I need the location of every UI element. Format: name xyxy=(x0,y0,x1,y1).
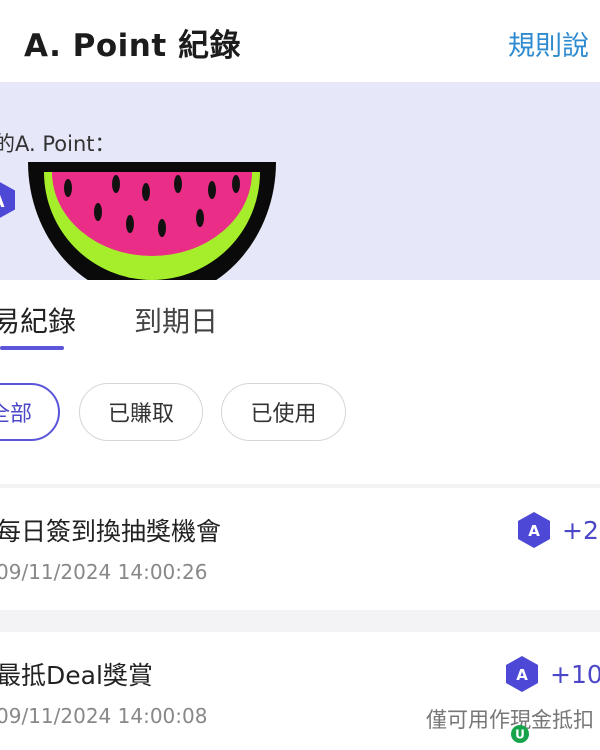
record-date: 09/11/2024 14:00:26 xyxy=(0,560,208,584)
filter-used-button[interactable]: 已使用 xyxy=(221,383,346,441)
filter-bar: 全部 已賺取 已使用 xyxy=(0,360,600,484)
record-title: 每日簽到換抽獎機會 xyxy=(0,517,222,546)
filter-all-button[interactable]: 全部 xyxy=(0,383,60,441)
page-title: A. Point 紀錄 xyxy=(24,28,241,64)
u-badge-icon: U xyxy=(511,725,529,743)
record-points-value: +20 xyxy=(562,515,600,545)
record-date: 09/11/2024 14:00:08 xyxy=(0,704,208,728)
balance-banner: 的A. Point： A xyxy=(0,82,600,300)
svg-text:U: U xyxy=(515,728,525,742)
record-points: A +100 xyxy=(504,654,600,694)
record-points: A +20 xyxy=(516,510,600,550)
svg-text:A: A xyxy=(528,522,540,540)
filter-earned-button[interactable]: 已賺取 xyxy=(79,383,203,441)
record-title: 最抵Deal獎賞 xyxy=(0,661,153,690)
tab-active-indicator xyxy=(0,346,64,350)
tab-bar: 易紀錄 到期日 xyxy=(0,280,600,360)
balance-label: 的A. Point： xyxy=(0,132,116,156)
tab-transactions[interactable]: 易紀錄 xyxy=(0,300,76,340)
svg-text:A: A xyxy=(516,666,528,684)
record-points-value: +100 xyxy=(550,659,600,689)
list-item[interactable]: 最抵Deal獎賞 09/11/2024 14:00:08 A +100 僅可用作… xyxy=(0,632,600,750)
tab-expiry[interactable]: 到期日 xyxy=(134,300,218,340)
a-point-icon: A xyxy=(518,512,550,548)
a-point-icon: A xyxy=(506,656,538,692)
a-point-icon: A xyxy=(0,182,15,218)
header-bar: A. Point 紀錄 規則說 xyxy=(0,0,600,82)
list-item[interactable]: 每日簽到換抽獎機會 09/11/2024 14:00:26 A +20 xyxy=(0,488,600,610)
rules-link[interactable]: 規則說 xyxy=(508,24,589,63)
